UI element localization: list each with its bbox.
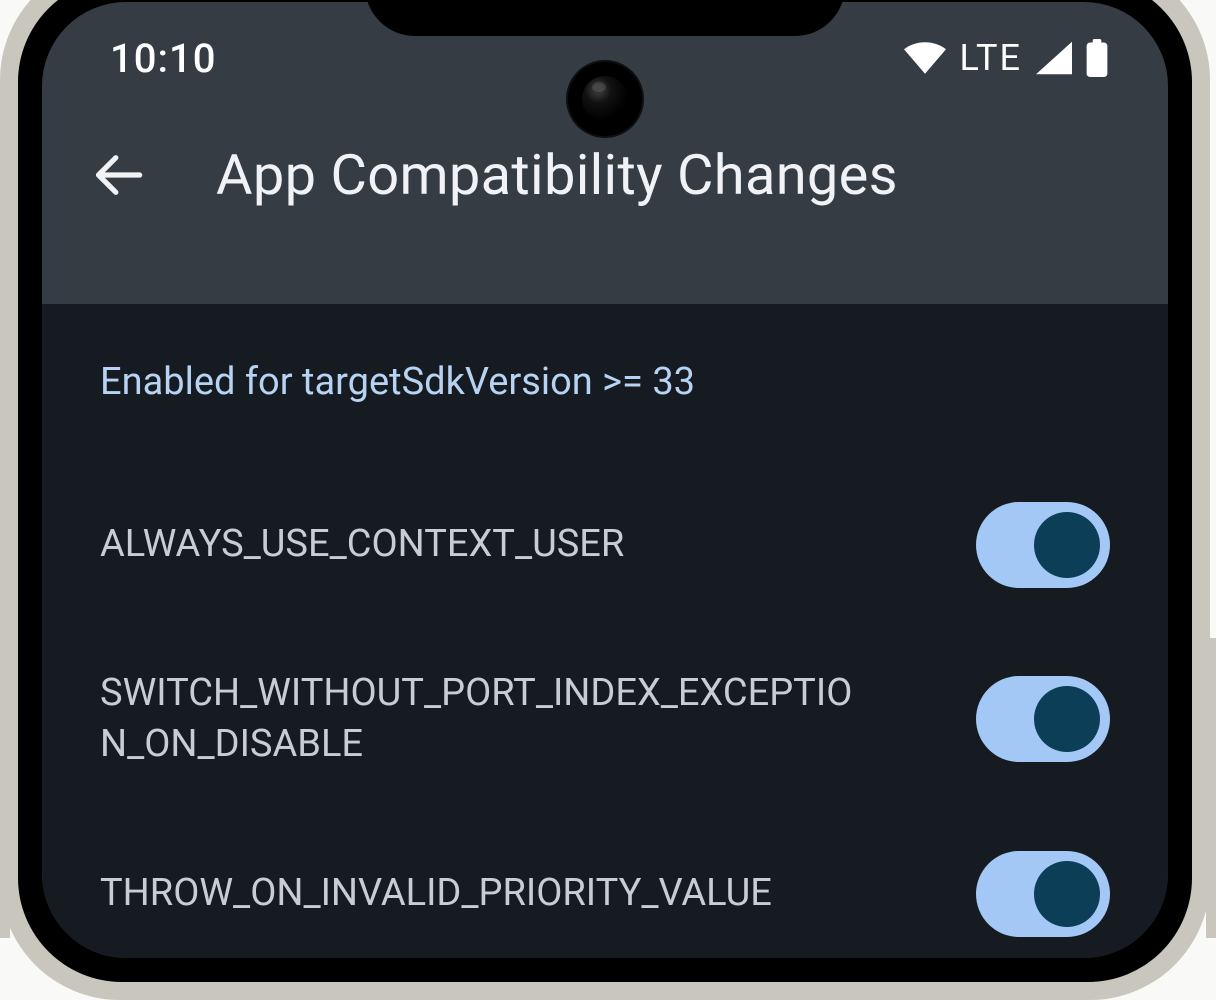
app-bar: App Compatibility Changes [42, 114, 1168, 288]
content-area: Enabled for targetSdkVersion >= 33 ALWAY… [42, 304, 1168, 958]
toggle-switch[interactable] [976, 502, 1110, 588]
phone-frame-outer: 10:10 LTE [0, 0, 1210, 1000]
wifi-icon [904, 41, 946, 75]
status-clock: 10:10 [110, 35, 216, 82]
toggle-switch[interactable] [976, 851, 1110, 937]
phone-screen: 10:10 LTE [42, 2, 1168, 958]
compat-row[interactable]: SWITCH_WITHOUT_PORT_INDEX_EXCEPTION_ON_D… [100, 628, 1110, 811]
toggle-switch[interactable] [976, 676, 1110, 762]
compat-row[interactable]: ALWAYS_USE_CONTEXT_USER [100, 462, 1110, 628]
back-button[interactable] [92, 149, 144, 201]
signal-icon [1036, 41, 1072, 75]
phone-frame-bezel: 10:10 LTE [18, 0, 1192, 982]
front-camera [568, 62, 642, 136]
compat-row-label: ALWAYS_USE_CONTEXT_USER [100, 519, 624, 570]
compat-row-label: THROW_ON_INVALID_PRIORITY_VALUE [100, 868, 772, 919]
section-header: Enabled for targetSdkVersion >= 33 [100, 360, 1110, 404]
page-title: App Compatibility Changes [216, 142, 898, 208]
network-label: LTE [960, 37, 1023, 79]
compat-row[interactable]: THROW_ON_INVALID_PRIORITY_VALUE [100, 811, 1110, 958]
compat-row-label: SWITCH_WITHOUT_PORT_INDEX_EXCEPTION_ON_D… [100, 668, 860, 771]
battery-icon [1086, 39, 1108, 77]
